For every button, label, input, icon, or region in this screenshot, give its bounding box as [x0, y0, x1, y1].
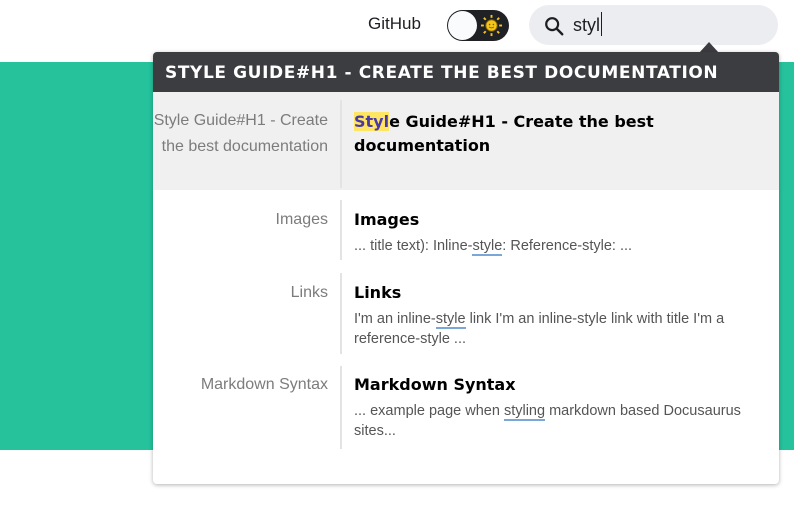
text-cursor	[601, 12, 602, 36]
result-category: Style Guide#H1 - Create the best documen…	[153, 112, 328, 155]
snippet-match: style	[472, 238, 503, 256]
result-snippet: ... example page when styling markdown b…	[354, 403, 741, 439]
result-divider	[340, 200, 342, 260]
result-title: Style Guide#H1 - Create the best documen…	[354, 110, 774, 158]
navbar: GitHub	[0, 0, 794, 50]
search-results-dropdown: STYLE GUIDE#H1 - CREATE THE BEST DOCUMEN…	[153, 52, 779, 484]
result-title: Links	[354, 283, 402, 302]
result-divider	[340, 100, 342, 188]
result-body: Images ... title text): Inline-style: Re…	[354, 208, 774, 256]
toggle-knob	[448, 11, 477, 40]
result-body: Style Guide#H1 - Create the best documen…	[354, 110, 774, 158]
result-divider	[340, 273, 342, 354]
search-result[interactable]: Style Guide#H1 - Create the best documen…	[153, 92, 779, 190]
result-snippet: ... title text): Inline-style: Reference…	[354, 238, 633, 256]
search-result[interactable]: Markdown Syntax Markdown Syntax ... exam…	[153, 360, 779, 455]
results-section-header: STYLE GUIDE#H1 - CREATE THE BEST DOCUMEN…	[153, 52, 779, 92]
result-title: Images	[354, 210, 420, 229]
search-box[interactable]	[529, 5, 778, 45]
search-result[interactable]: Links Links I'm an inline-style link I'm…	[153, 265, 779, 360]
snippet-match: style	[435, 311, 466, 329]
snippet-match: styling	[503, 403, 546, 421]
result-body: Links I'm an inline-style link I'm an in…	[354, 281, 774, 349]
title-rest: e Guide#H1 - Create the best documentati…	[354, 112, 654, 155]
search-icon	[545, 17, 564, 36]
theme-toggle[interactable]	[447, 10, 509, 41]
result-category: Images	[275, 211, 328, 228]
result-snippet: I'm an inline-style link I'm an inline-s…	[354, 311, 725, 347]
result-title: Markdown Syntax	[354, 375, 516, 394]
github-link[interactable]: GitHub	[368, 14, 421, 34]
search-result[interactable]: Images Images ... title text): Inline-st…	[153, 190, 779, 265]
result-body: Markdown Syntax ... example page when st…	[354, 373, 774, 441]
result-category: Links	[290, 284, 328, 301]
sun-icon	[480, 14, 503, 37]
title-highlight: Styl	[354, 112, 390, 131]
result-divider	[340, 366, 342, 449]
result-category: Markdown Syntax	[200, 376, 328, 393]
